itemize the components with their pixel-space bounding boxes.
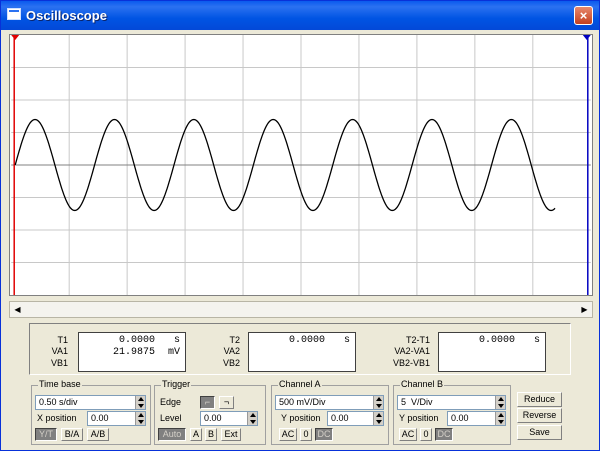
difference-values: 0.0000 s <box>438 332 546 372</box>
va2-va1-label: VA2-VA1 <box>394 346 430 356</box>
timebase-scale-value: 0.50 s/div <box>39 397 78 407</box>
mode-yt-button[interactable]: Y/T <box>35 428 57 441</box>
mode-ba-button[interactable]: B/A <box>61 428 83 441</box>
va1-unit: mV <box>167 347 180 358</box>
cursor-2-marker[interactable] <box>582 35 591 40</box>
measurement-readout: T1 VA1 VB1 0.0000 s 21.9875 mV T2 VA2 VB… <box>29 323 571 375</box>
channel-a-scale-value: 500 mV/Div <box>279 397 326 407</box>
level-field[interactable]: 0.00 <box>200 411 258 426</box>
edge-label: Edge <box>160 397 182 407</box>
channel-a-ypos-label: Y position <box>281 413 321 423</box>
channel-b-ypos-label: Y position <box>399 413 439 423</box>
xpos-field[interactable]: 0.00 <box>87 411 146 426</box>
channel-b-ypos-value: 0.00 <box>451 413 469 423</box>
horizontal-scrollbar[interactable]: ◀ ▶ <box>9 301 593 318</box>
scope-display <box>9 34 593 296</box>
channel-a-ypos-value: 0.00 <box>331 413 349 423</box>
trigger-auto-button[interactable]: Auto <box>158 428 186 441</box>
level-value: 0.00 <box>204 413 222 423</box>
t2-t1-unit: s <box>533 335 540 346</box>
timebase-title: Time base <box>38 379 82 389</box>
xpos-value: 0.00 <box>91 413 109 423</box>
mode-ab-button[interactable]: A/B <box>87 428 109 441</box>
reverse-button[interactable]: Reverse <box>517 408 562 423</box>
save-button[interactable]: Save <box>517 425 562 440</box>
cursor-2-values: 0.0000 s <box>248 332 356 372</box>
channel-b-title: Channel B <box>400 379 445 389</box>
channel-b-ac-button[interactable]: AC <box>399 428 417 441</box>
scroll-left-icon[interactable]: ◀ <box>11 303 24 316</box>
va1-value: 21.9875 <box>112 347 155 358</box>
channel-b-ypos-spinner-icon[interactable] <box>495 412 505 425</box>
channel-b-dc-button[interactable]: DC <box>435 428 453 441</box>
channel-b-ypos-field[interactable]: 0.00 <box>447 411 506 426</box>
timebase-group: Time base 0.50 s/div X position 0.00 Y/T… <box>31 379 151 445</box>
t2-label: T2 <box>229 335 240 345</box>
va2-label: VA2 <box>223 346 240 356</box>
t2-unit: s <box>343 335 350 346</box>
channel-a-ac-button[interactable]: AC <box>279 428 297 441</box>
cursor-1-values: 0.0000 s 21.9875 mV <box>78 332 186 372</box>
trigger-b-button[interactable]: B <box>205 428 217 441</box>
title-bar[interactable]: Oscilloscope × <box>1 1 599 30</box>
window-icon <box>7 8 21 20</box>
t2-value: 0.0000 <box>288 335 325 346</box>
timebase-scale-field[interactable]: 0.50 s/div <box>35 395 146 410</box>
channel-a-scale-field[interactable]: 500 mV/Div <box>275 395 384 410</box>
channel-b-scale-value: 5 V/Div <box>401 397 433 407</box>
channel-a-ypos-field[interactable]: 0.00 <box>327 411 384 426</box>
vb1-label: VB1 <box>50 358 68 368</box>
channel-a-group: Channel A 500 mV/Div Y position 0.00 AC … <box>271 379 389 445</box>
trigger-group: Trigger Edge ⌐ ¬ Level 0.00 Auto A B Ext <box>154 379 266 445</box>
t1-unit: s <box>173 335 180 346</box>
channel-b-scale-field[interactable]: 5 V/Div <box>397 395 506 410</box>
channel-a-zero-button[interactable]: 0 <box>300 428 312 441</box>
cursor-1-marker[interactable] <box>11 35 20 40</box>
trigger-ext-button[interactable]: Ext <box>221 428 241 441</box>
channel-b-scale-spinner-icon[interactable] <box>495 396 505 409</box>
channel-b-group: Channel B 5 V/Div Y position 0.00 AC 0 D… <box>393 379 511 445</box>
window-title: Oscilloscope <box>26 8 107 23</box>
channel-b-zero-button[interactable]: 0 <box>420 428 432 441</box>
trigger-a-button[interactable]: A <box>190 428 202 441</box>
scroll-right-icon[interactable]: ▶ <box>578 303 591 316</box>
oscilloscope-window: Oscilloscope × ◀ ▶ T1 VA1 VB1 0.0000 s 2… <box>0 0 600 451</box>
close-button[interactable]: × <box>574 6 593 25</box>
vb2-vb1-label: VB2-VB1 <box>392 358 430 368</box>
channel-a-title: Channel A <box>278 379 322 389</box>
va1-label: VA1 <box>51 346 68 356</box>
t2-t1-value: 0.0000 <box>478 335 515 346</box>
level-label: Level <box>160 413 182 423</box>
t1-label: T1 <box>57 335 68 345</box>
xpos-label: X position <box>37 413 77 423</box>
xpos-spinner-icon[interactable] <box>135 412 145 425</box>
scope-grid <box>11 35 591 295</box>
vb2-label: VB2 <box>222 358 240 368</box>
channel-a-scale-spinner-icon[interactable] <box>373 396 383 409</box>
reduce-button[interactable]: Reduce <box>517 392 562 407</box>
level-spinner-icon[interactable] <box>247 412 257 425</box>
edge-falling-icon[interactable]: ¬ <box>219 396 234 409</box>
edge-rising-icon[interactable]: ⌐ <box>200 396 215 409</box>
t1-value: 0.0000 <box>118 335 155 346</box>
channel-a-ypos-spinner-icon[interactable] <box>373 412 383 425</box>
t2-t1-label: T2-T1 <box>405 335 430 345</box>
trigger-title: Trigger <box>161 379 192 389</box>
channel-a-dc-button[interactable]: DC <box>315 428 333 441</box>
timebase-scale-spinner-icon[interactable] <box>135 396 145 409</box>
